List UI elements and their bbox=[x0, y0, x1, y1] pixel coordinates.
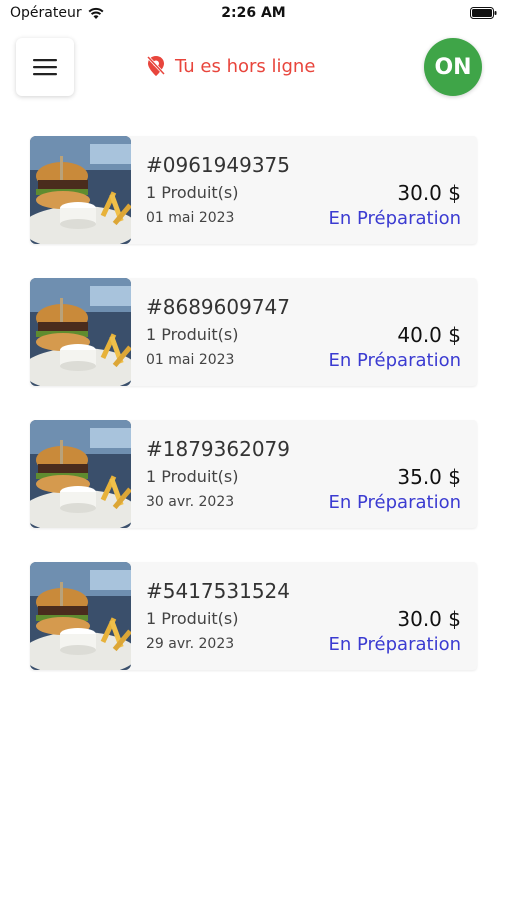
order-price: 35.0 $ bbox=[397, 465, 461, 489]
order-date: 01 mai 2023 bbox=[146, 210, 235, 226]
offline-indicator: Tu es hors ligne bbox=[146, 55, 315, 77]
order-price: 30.0 $ bbox=[397, 181, 461, 205]
order-status: En Préparation bbox=[328, 350, 462, 371]
location-off-icon bbox=[146, 55, 166, 76]
order-id: #8689609747 bbox=[146, 295, 291, 319]
order-card[interactable]: #0961949375 1 Produit(s) 01 mai 2023 30.… bbox=[30, 136, 477, 244]
clock: 2:26 AM bbox=[221, 5, 286, 21]
order-status: En Préparation bbox=[328, 634, 462, 655]
order-card[interactable]: #5417531524 1 Produit(s) 29 avr. 2023 30… bbox=[30, 562, 477, 670]
orders-list: #0961949375 1 Produit(s) 01 mai 2023 30.… bbox=[30, 136, 477, 704]
order-image bbox=[30, 136, 131, 244]
order-date: 29 avr. 2023 bbox=[146, 636, 235, 652]
order-image bbox=[30, 562, 131, 670]
order-status: En Préparation bbox=[328, 492, 462, 513]
order-quantity: 1 Produit(s) bbox=[146, 325, 239, 344]
order-image bbox=[30, 420, 131, 528]
order-quantity: 1 Produit(s) bbox=[146, 467, 239, 486]
order-price: 30.0 $ bbox=[397, 607, 461, 631]
offline-text: Tu es hors ligne bbox=[175, 55, 316, 77]
order-price: 40.0 $ bbox=[397, 323, 461, 347]
order-date: 30 avr. 2023 bbox=[146, 494, 235, 510]
order-status: En Préparation bbox=[328, 208, 462, 229]
order-quantity: 1 Produit(s) bbox=[146, 183, 239, 202]
order-id: #1879362079 bbox=[146, 437, 291, 461]
hamburger-icon bbox=[33, 59, 57, 76]
menu-button[interactable] bbox=[16, 38, 74, 96]
order-card[interactable]: #8689609747 1 Produit(s) 01 mai 2023 40.… bbox=[30, 278, 477, 386]
order-quantity: 1 Produit(s) bbox=[146, 609, 239, 628]
order-image bbox=[30, 278, 131, 386]
status-bar: Opérateur 2:26 AM bbox=[0, 0, 507, 26]
online-toggle-button[interactable]: ON bbox=[424, 38, 482, 96]
battery-icon bbox=[470, 7, 497, 19]
order-card[interactable]: #1879362079 1 Produit(s) 30 avr. 2023 35… bbox=[30, 420, 477, 528]
order-id: #5417531524 bbox=[146, 579, 291, 603]
order-date: 01 mai 2023 bbox=[146, 352, 235, 368]
order-id: #0961949375 bbox=[146, 153, 291, 177]
